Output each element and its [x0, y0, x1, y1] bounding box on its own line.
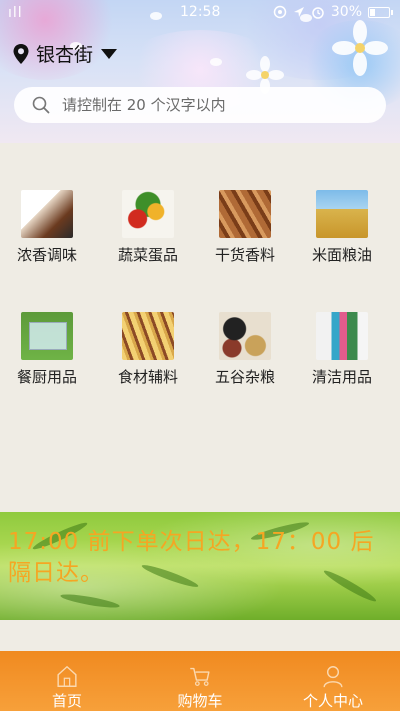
signal-indicator: ıll: [8, 5, 23, 21]
category-item[interactable]: 米面粮油: [292, 190, 392, 290]
location-arrow-icon: [293, 7, 304, 17]
rice-flour-thumbnail: [316, 190, 368, 238]
category-item[interactable]: 清洁用品: [292, 312, 392, 412]
user-icon: [323, 666, 343, 688]
battery-icon: [368, 6, 393, 18]
category-item[interactable]: 餐厨用品: [0, 312, 97, 412]
tab-profile[interactable]: 个人中心: [278, 665, 388, 711]
home-icon: [57, 665, 77, 687]
status-bar: ıll 12:58 30%: [0, 0, 400, 26]
category-label: 食材辅料: [117, 368, 178, 386]
cleaning-thumbnail: [316, 312, 368, 360]
ingredients-thumbnail: [122, 312, 174, 360]
vegetables-thumbnail: [122, 190, 174, 238]
kitchenware-thumbnail: [21, 312, 73, 360]
search-icon: [32, 96, 50, 114]
location-label: 银杏街: [36, 44, 94, 66]
seasoning-thumbnail: [21, 190, 73, 238]
delivery-notice-banner: 17:00 前下单次日达，17：00 后隔日达。: [0, 512, 400, 620]
leaf-decoration: [59, 591, 121, 611]
tab-label: 个人中心: [302, 692, 363, 710]
map-pin-icon: [13, 43, 29, 64]
battery-percent: 30%: [330, 4, 362, 20]
category-label: 清洁用品: [311, 368, 372, 386]
location-selector[interactable]: 银杏街: [12, 40, 118, 67]
search-bar[interactable]: [14, 87, 386, 123]
tab-home[interactable]: 首页: [12, 665, 122, 711]
status-right: 30%: [273, 4, 393, 20]
category-label: 五谷杂粮: [214, 368, 275, 386]
category-label: 餐厨用品: [16, 368, 77, 386]
category-item[interactable]: 蔬菜蛋品: [98, 190, 198, 290]
category-label: 米面粮油: [311, 246, 372, 264]
caret-down-icon: [101, 48, 118, 59]
tab-cart[interactable]: 购物车: [145, 665, 255, 711]
category-label: 干货香料: [214, 246, 275, 264]
category-label: 蔬菜蛋品: [117, 246, 178, 264]
grains-thumbnail: [219, 312, 271, 360]
category-item[interactable]: 五谷杂粮: [195, 312, 295, 412]
delivery-notice-text: 17:00 前下单次日达，17：00 后隔日达。: [8, 529, 375, 586]
search-input[interactable]: [62, 96, 362, 114]
status-time: 12:58: [180, 4, 221, 20]
category-label: 浓香调味: [16, 246, 77, 264]
alarm-icon: [312, 7, 324, 19]
category-item[interactable]: 浓香调味: [0, 190, 97, 290]
tab-label: 购物车: [177, 692, 223, 710]
flower-decoration: [332, 20, 388, 76]
lock-rotation-icon: [273, 5, 287, 19]
bottom-tab-bar: 首页 购物车 个人中心: [0, 651, 400, 711]
cart-icon: [190, 667, 210, 686]
petal-decoration: [210, 58, 222, 66]
tab-label: 首页: [51, 692, 82, 710]
category-item[interactable]: 食材辅料: [98, 312, 198, 412]
header-banner: ıll 12:58 30% 银杏街: [0, 0, 400, 143]
battery-level: [370, 8, 375, 16]
category-item[interactable]: 干货香料: [195, 190, 295, 290]
dried-goods-thumbnail: [219, 190, 271, 238]
